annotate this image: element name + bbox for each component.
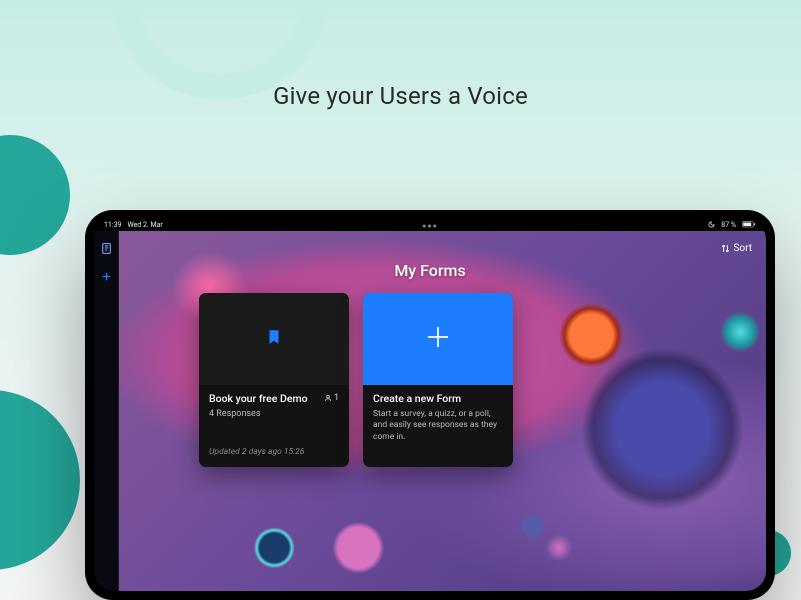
create-form-card[interactable]: Create a new Form Start a survey, a quiz… <box>363 293 513 467</box>
bookmark-icon <box>265 328 283 350</box>
status-time: 11:39 <box>104 221 121 229</box>
sort-label: Sort <box>733 243 752 254</box>
multitask-dots-icon[interactable]: ●●● <box>422 222 438 230</box>
hero-title: Give your Users a Voice <box>0 82 801 110</box>
card-preview <box>363 293 513 385</box>
plus-icon <box>423 322 453 356</box>
tablet-screen: 11:39 Wed 2. Mar 87 % ●●● <box>94 219 766 591</box>
forms-tab-icon[interactable] <box>99 241 113 255</box>
form-card-demo[interactable]: Book your free Demo 1 4 Responses Update… <box>199 293 349 467</box>
sort-icon <box>721 244 730 253</box>
status-battery: 87 % <box>721 221 736 229</box>
card-responses: 4 Responses <box>209 409 339 419</box>
card-title: Book your free Demo <box>209 393 320 406</box>
card-description: Start a survey, a quizz, or a poll, and … <box>373 409 503 443</box>
moon-icon <box>708 221 715 230</box>
user-icon <box>324 394 332 402</box>
decorative-circle <box>0 135 70 255</box>
card-title: Create a new Form <box>373 393 503 406</box>
page-title: My Forms <box>94 261 766 280</box>
user-count: 1 <box>324 393 339 403</box>
card-preview <box>199 293 349 385</box>
status-date: Wed 2. Mar <box>127 221 162 229</box>
battery-icon <box>742 221 756 230</box>
tablet-frame: 11:39 Wed 2. Mar 87 % ●●● <box>85 210 775 600</box>
card-updated: Updated 2 days ago 15:26 <box>199 447 349 467</box>
cards-grid: Book your free Demo 1 4 Responses Update… <box>199 293 513 467</box>
decorative-circle <box>0 390 80 570</box>
sort-button[interactable]: Sort <box>721 243 752 254</box>
left-rail <box>94 231 119 591</box>
user-count-value: 1 <box>334 393 339 403</box>
